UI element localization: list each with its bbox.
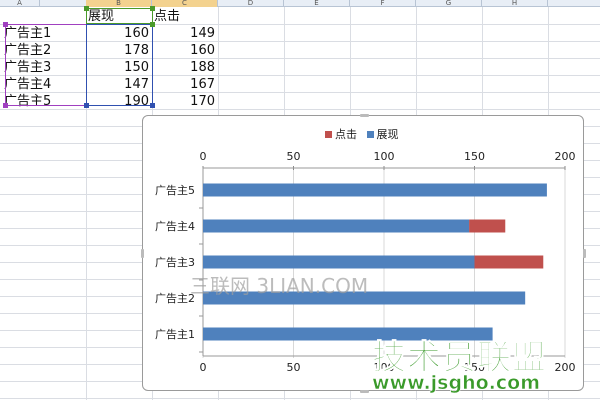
bar-impressions — [203, 183, 547, 197]
bar-clicks — [469, 219, 506, 233]
cell-c3[interactable]: 160 — [152, 42, 215, 59]
x-tick-label-top: 150 — [464, 150, 485, 163]
range-resize-handle[interactable] — [3, 103, 8, 108]
cell-a4[interactable]: 广告主3 — [2, 59, 86, 76]
column-header-row: A B C D E F G H — [0, 0, 600, 7]
column-header-a[interactable]: A — [0, 0, 40, 7]
column-header-c[interactable]: C — [152, 0, 218, 7]
cell-b6[interactable]: 190 — [86, 93, 149, 110]
bar-impressions — [203, 219, 470, 233]
column-header-h[interactable]: H — [482, 0, 548, 7]
range-resize-handle[interactable] — [150, 103, 155, 108]
x-tick-label-bottom: 50 — [287, 361, 301, 374]
watermark-jsgho-url: www.jsgho.com — [372, 372, 541, 395]
row-divider — [0, 398, 600, 399]
range-resize-handle[interactable] — [150, 22, 155, 27]
cell-a2[interactable]: 广告主1 — [2, 25, 86, 42]
bar-impressions — [203, 255, 475, 269]
column-header-d[interactable]: D — [218, 0, 284, 7]
x-tick-label-bottom: 200 — [555, 361, 576, 374]
cell-a3[interactable]: 广告主2 — [2, 42, 86, 59]
x-tick-label-top: 0 — [200, 150, 207, 163]
y-tick-label: 广告主4 — [155, 220, 195, 233]
y-tick-label: 广告主3 — [155, 256, 195, 269]
range-resize-handle[interactable] — [150, 6, 155, 11]
column-header-g[interactable]: G — [416, 0, 482, 7]
column-header-b[interactable]: B — [86, 0, 152, 7]
cell-b3[interactable]: 178 — [86, 42, 149, 59]
x-tick-label-top: 200 — [555, 150, 576, 163]
y-tick-label: 广告主5 — [155, 184, 195, 197]
cell-b4[interactable]: 150 — [86, 59, 149, 76]
x-tick-label-top: 50 — [287, 150, 301, 163]
cell-b2[interactable]: 160 — [86, 25, 149, 42]
cell-a5[interactable]: 广告主4 — [2, 76, 86, 93]
cell-c2[interactable]: 149 — [152, 25, 215, 42]
cell-c6[interactable]: 170 — [152, 93, 215, 110]
watermark-3lian: 三联网 3LIAN.COM — [190, 274, 369, 298]
cell-c4[interactable]: 188 — [152, 59, 215, 76]
cell-a6[interactable]: 广告主5 — [2, 93, 86, 110]
range-resize-handle[interactable] — [84, 103, 89, 108]
range-resize-handle[interactable] — [3, 22, 8, 27]
column-header-f[interactable]: F — [350, 0, 416, 7]
column-header-e[interactable]: E — [284, 0, 350, 7]
x-tick-label-top: 100 — [374, 150, 395, 163]
y-tick-label: 广告主2 — [155, 292, 195, 305]
bar-clicks — [474, 255, 544, 269]
cell-c1-header[interactable]: 点击 — [152, 8, 218, 25]
y-tick-label: 广告主1 — [155, 328, 195, 341]
x-tick-label-bottom: 0 — [200, 361, 207, 374]
cell-c5[interactable]: 167 — [152, 76, 215, 93]
cell-b1-header[interactable]: 展现 — [86, 8, 152, 25]
cell-b5[interactable]: 147 — [86, 76, 149, 93]
range-resize-handle[interactable] — [84, 6, 89, 11]
